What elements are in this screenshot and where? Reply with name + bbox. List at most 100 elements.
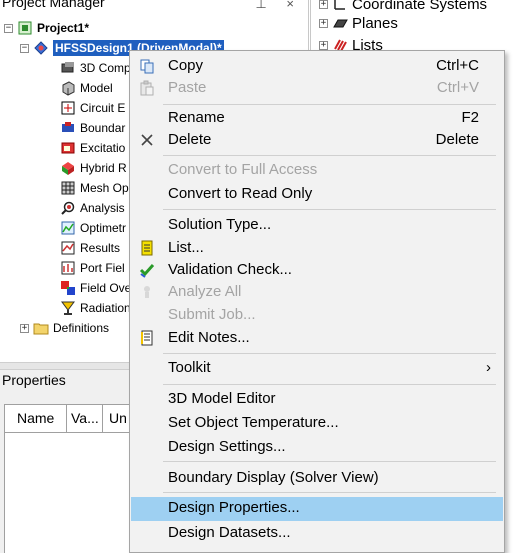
- copy-icon: [139, 58, 155, 74]
- menu-item-validation-check[interactable]: Validation Check...: [131, 259, 503, 281]
- hybrid-regions-icon: [60, 160, 76, 176]
- tree-item-results[interactable]: Results: [60, 238, 120, 258]
- tree-item-hybrid-regions[interactable]: Hybrid R: [60, 158, 127, 178]
- tree-item-label: Excitatio: [80, 141, 126, 155]
- menu-item-rename[interactable]: Rename F2: [131, 107, 503, 129]
- tree-item-radiation[interactable]: Radiation: [60, 298, 131, 318]
- menu-shortcut: F2: [461, 109, 479, 126]
- menu-separator: [163, 155, 496, 156]
- mesh-operations-icon: [60, 180, 76, 196]
- tree-item-label: Planes: [352, 14, 398, 32]
- menu-label: Toolkit: [168, 359, 211, 376]
- tree-item-label: Model: [80, 81, 113, 95]
- menu-shortcut: Delete: [435, 131, 479, 148]
- menu-item-design-settings[interactable]: Design Settings...: [131, 436, 503, 458]
- list-icon: [139, 240, 155, 256]
- menu-label: Delete: [168, 131, 212, 148]
- expand-icon[interactable]: +: [20, 323, 29, 333]
- tree-item-optimetrics[interactable]: Optimetr: [60, 218, 126, 238]
- tree-item-circuit-elements[interactable]: Circuit E: [60, 98, 125, 118]
- tree-item-label: Mesh Op: [80, 181, 129, 195]
- definitions-label: Definitions: [53, 321, 110, 335]
- tree-item-label: Results: [80, 241, 121, 255]
- expand-icon[interactable]: +: [319, 18, 328, 28]
- menu-shortcut: Ctrl+C: [436, 57, 479, 74]
- menu-label: Paste: [168, 79, 207, 96]
- model-icon: [60, 80, 76, 96]
- submenu-arrow-icon: ›: [486, 359, 491, 376]
- tree-item-analysis[interactable]: Analysis: [60, 198, 125, 218]
- collapse-icon[interactable]: −: [4, 23, 13, 33]
- menu-item-delete[interactable]: Delete Delete: [131, 129, 503, 151]
- tree-item-label: Optimetr: [80, 221, 127, 235]
- boundaries-icon: [60, 120, 76, 136]
- tree-item-excitations[interactable]: Excitatio: [60, 138, 125, 158]
- tree-item-3d-components[interactable]: 3D Comp: [60, 58, 131, 78]
- menu-label: Convert to Full Access: [168, 161, 318, 178]
- menu-item-design-properties[interactable]: Design Properties...: [131, 497, 503, 521]
- tree-item-label: Port Fiel: [80, 261, 125, 275]
- menu-item-paste[interactable]: Paste Ctrl+V: [131, 77, 503, 99]
- edit-notes-icon: [139, 330, 155, 346]
- menu-label: Copy: [168, 57, 204, 74]
- tree-item-field-overlays[interactable]: Field Ove: [60, 278, 131, 298]
- tree-item-mesh-operations[interactable]: Mesh Op: [60, 178, 129, 198]
- menu-item-edit-notes[interactable]: Edit Notes...: [131, 327, 503, 349]
- menu-label: Analyze All: [168, 283, 242, 300]
- project-icon: [17, 20, 33, 36]
- tree-item-label: Coordinate Systems: [352, 0, 488, 13]
- menu-item-boundary-display[interactable]: Boundary Display (Solver View): [131, 467, 503, 489]
- tree-item-definitions[interactable]: + Definitions: [20, 318, 109, 338]
- menu-item-submit-job[interactable]: Submit Job...: [131, 304, 503, 326]
- menu-item-solution-type[interactable]: Solution Type...: [131, 214, 503, 236]
- menu-separator: [163, 104, 496, 105]
- menu-label: Edit Notes...: [168, 329, 250, 346]
- coordinate-systems-icon: [332, 0, 348, 12]
- menu-label: Design Datasets...: [168, 524, 291, 541]
- optimetrics-icon: [60, 220, 76, 236]
- tree-item-boundaries[interactable]: Boundar: [60, 118, 125, 138]
- menu-item-analyze-all[interactable]: Analyze All: [131, 281, 503, 303]
- menu-separator: [163, 209, 496, 210]
- expand-icon[interactable]: +: [319, 40, 328, 50]
- tree-item-model[interactable]: Model: [60, 78, 113, 98]
- circuit-elements-icon: [60, 100, 76, 116]
- menu-item-copy[interactable]: Copy Ctrl+C: [131, 55, 503, 77]
- analyze-all-icon: [139, 284, 155, 300]
- context-menu: Copy Ctrl+C Paste Ctrl+V Rename F2 Delet…: [129, 50, 505, 553]
- menu-label: Solution Type...: [168, 216, 272, 233]
- column-header-value[interactable]: Va...: [67, 405, 103, 433]
- menu-label: Validation Check...: [168, 261, 292, 278]
- tree-item-planes[interactable]: + Planes: [319, 13, 398, 33]
- planes-icon: [332, 15, 348, 31]
- menu-separator: [163, 492, 496, 493]
- menu-separator: [163, 461, 496, 462]
- project-name: Project1*: [37, 21, 90, 35]
- column-header-name[interactable]: Name: [5, 405, 67, 433]
- menu-shortcut: Ctrl+V: [436, 79, 479, 96]
- menu-item-convert-full-access[interactable]: Convert to Full Access: [131, 159, 503, 181]
- tree-item-label: Boundar: [80, 121, 126, 135]
- menu-item-convert-read-only[interactable]: Convert to Read Only: [131, 183, 503, 205]
- tree-item-label: 3D Comp: [80, 61, 131, 75]
- menu-item-set-object-temperature[interactable]: Set Object Temperature...: [131, 412, 503, 434]
- menu-label: Convert to Read Only: [168, 185, 313, 202]
- results-icon: [60, 240, 76, 256]
- menu-item-toolkit[interactable]: Toolkit ›: [131, 357, 503, 379]
- tree-item-label: Hybrid R: [80, 161, 127, 175]
- expand-icon[interactable]: +: [319, 0, 328, 9]
- field-overlays-icon: [60, 280, 76, 296]
- tree-item-port-field-display[interactable]: Port Fiel: [60, 258, 125, 278]
- menu-item-list[interactable]: List...: [131, 237, 503, 259]
- tree-item-label: Field Ove: [80, 281, 132, 295]
- collapse-icon[interactable]: −: [20, 43, 29, 53]
- menu-item-design-datasets[interactable]: Design Datasets...: [131, 522, 503, 544]
- validation-check-icon: [139, 262, 155, 278]
- menu-label: Boundary Display (Solver View): [168, 469, 379, 486]
- tree-item-project[interactable]: − Project1*: [4, 18, 89, 38]
- panel-pin-close-icons[interactable]: ⊥ ×: [255, 0, 302, 12]
- menu-item-3d-model-editor[interactable]: 3D Model Editor: [131, 388, 503, 410]
- tree-item-coordinate-systems[interactable]: + Coordinate Systems: [319, 0, 487, 14]
- tree-item-label: Analysis: [80, 201, 125, 215]
- tree-item-label: Circuit E: [80, 101, 126, 115]
